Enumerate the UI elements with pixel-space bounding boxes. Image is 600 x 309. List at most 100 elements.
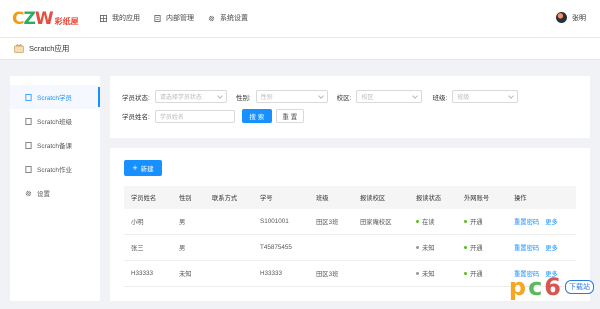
cell-name: 张三 (131, 245, 144, 252)
column-header: 报读状态 (416, 195, 442, 202)
watermark-letter: 6 (544, 273, 561, 301)
reset-password-link[interactable]: 重置密码 (514, 217, 539, 226)
plus-icon: + (132, 162, 138, 173)
page-header: Scratch应用 (0, 38, 600, 60)
top-nav: 我的应用 内部管理 系统设置 (100, 13, 248, 23)
gear-icon (208, 15, 215, 21)
topnav-label: 内部管理 (166, 15, 194, 22)
sidebar-item-settings[interactable]: 设置 (10, 181, 100, 205)
user-name: 张明 (572, 14, 586, 22)
topnav-internal[interactable]: 内部管理 (154, 13, 194, 23)
gender-select-placeholder: 性别 (260, 95, 273, 101)
user-menu[interactable]: 张明 (556, 12, 586, 23)
filter-panel: 学员状态: 请选择学员状态 性别: 性别 校区: 校区 班级: 班级 学员姓名:… (110, 76, 590, 138)
sidebar: Scratch学员 Scratch班级 Scratch备课 Scratch作业 … (10, 76, 100, 301)
campus-filter-label: 校区: (336, 94, 352, 102)
gear-icon (25, 190, 32, 196)
sidebar-item-label: Scratch作业 (37, 167, 73, 174)
cell-gender: 男 (179, 245, 186, 252)
column-header: 操作 (514, 195, 527, 202)
sidebar-item-scratch-classes[interactable]: Scratch班级 (10, 109, 100, 133)
cell-actions: 重置密码 更多 (514, 209, 558, 234)
column-header: 联系方式 (212, 195, 238, 202)
document-icon (25, 117, 32, 125)
topnav-my-apps[interactable]: 我的应用 (100, 13, 140, 23)
gender-filter-label: 性别: (235, 94, 251, 102)
status-dot (416, 246, 419, 249)
cell-account: 开通 (464, 261, 483, 286)
logo-letter-z: Z (23, 9, 35, 29)
search-button[interactable]: 搜 索 (241, 109, 272, 123)
class-select-placeholder: 班级 (457, 95, 470, 101)
sidebar-item-label: Scratch学员 (37, 95, 73, 102)
chevron-down-icon (317, 92, 324, 99)
table-header: 学员姓名 性别 联系方式 学号 班级 报读校区 报读状态 外网账号 操作 (124, 186, 576, 209)
table-row[interactable]: 小明 男 S1001001 田区3班 田家庵校区 在读 开通 重置密码 更多 (124, 209, 576, 235)
document-icon (154, 14, 161, 22)
status-dot (416, 220, 419, 223)
sidebar-item-label: Scratch备课 (37, 143, 73, 150)
topnav-label: 我的应用 (112, 15, 140, 22)
sidebar-item-scratch-lessons[interactable]: Scratch备课 (10, 133, 100, 157)
chevron-down-icon (216, 92, 223, 99)
reset-password-link[interactable]: 重置密码 (514, 243, 539, 252)
chevron-down-icon (412, 92, 419, 99)
document-icon (25, 141, 32, 149)
more-link[interactable]: 更多 (545, 217, 558, 226)
cell-student-id: S1001001 (260, 218, 289, 225)
column-header: 性别 (179, 195, 192, 202)
sidebar-item-scratch-homework[interactable]: Scratch作业 (10, 157, 100, 181)
avatar (556, 12, 567, 23)
cell-name: 小明 (131, 219, 144, 226)
cell-status: 在读 (416, 209, 435, 234)
document-icon (25, 93, 32, 101)
status-select[interactable]: 请选择学员状态 (154, 90, 227, 103)
watermark-letter: c (528, 273, 543, 301)
cell-gender: 男 (179, 219, 186, 226)
account-dot (464, 272, 467, 275)
logo-letter-w: W (34, 9, 54, 29)
column-header: 报读校区 (360, 195, 386, 202)
campus-select[interactable]: 校区 (356, 90, 423, 103)
account-text: 开通 (470, 219, 483, 226)
app-logo[interactable]: C Z W 彩纸屋 (12, 9, 79, 29)
app-icon (14, 44, 24, 53)
add-student-button[interactable]: + 新建 (124, 160, 162, 176)
column-header: 外网账号 (464, 195, 490, 202)
sidebar-item-scratch-students[interactable]: Scratch学员 (10, 85, 100, 109)
sidebar-item-label: Scratch班级 (37, 119, 73, 126)
campus-select-placeholder: 校区 (361, 95, 374, 101)
column-header: 班级 (316, 195, 329, 202)
status-text: 在读 (422, 219, 435, 226)
student-name-placeholder: 学员姓名 (159, 114, 184, 121)
topnav-settings[interactable]: 系统设置 (208, 13, 248, 23)
document-icon (25, 165, 32, 173)
status-text: 未知 (422, 271, 435, 278)
reset-button[interactable]: 重 置 (275, 109, 304, 123)
gender-select[interactable]: 性别 (255, 90, 328, 103)
cell-gender: 未知 (179, 271, 192, 278)
class-select[interactable]: 班级 (452, 90, 519, 103)
cell-class: 田区3班 (316, 271, 339, 278)
cell-name: H33333 (131, 270, 154, 277)
student-name-input[interactable]: 学员姓名 (154, 109, 235, 123)
status-dot (416, 272, 419, 275)
watermark-letter: p (508, 273, 527, 301)
name-filter-label: 学员姓名: (122, 114, 150, 121)
status-select-placeholder: 请选择学员状态 (159, 95, 202, 101)
cell-account: 开通 (464, 235, 483, 260)
cell-student-id: H33333 (260, 270, 283, 277)
column-header: 学员姓名 (131, 195, 157, 202)
cell-account: 开通 (464, 209, 483, 234)
page-title: Scratch应用 (29, 44, 70, 53)
logo-text: 彩纸屋 (54, 17, 79, 26)
account-text: 开通 (470, 271, 483, 278)
watermark-badge: 下载站 (565, 280, 594, 294)
cell-status: 未知 (416, 235, 435, 260)
status-filter-label: 学员状态: (122, 94, 150, 102)
top-bar: C Z W 彩纸屋 我的应用 内部管理 系统设置 张明 (0, 0, 600, 38)
topnav-label: 系统设置 (220, 15, 248, 22)
table-row[interactable]: 张三 男 T45875455 未知 开通 重置密码 更多 (124, 235, 576, 261)
cell-actions: 重置密码 更多 (514, 235, 558, 260)
more-link[interactable]: 更多 (545, 243, 558, 252)
